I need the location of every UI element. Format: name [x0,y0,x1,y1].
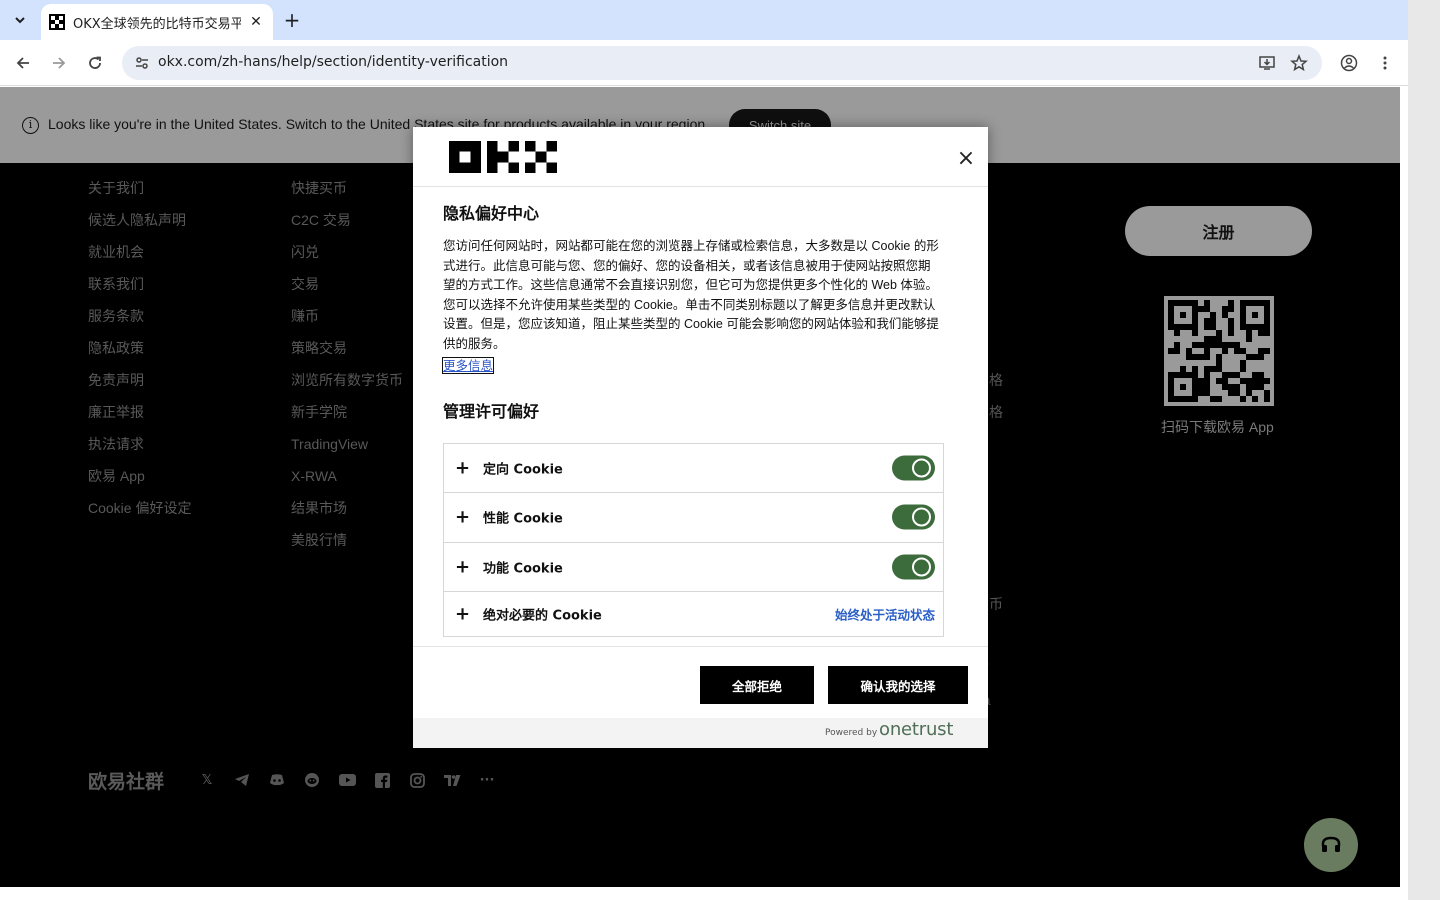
bottom-strip [0,887,1408,900]
profile-button[interactable] [1335,49,1363,77]
cookie-category-label: 定向 Cookie [483,462,563,478]
close-modal-button[interactable]: × [955,148,977,171]
reload-button[interactable] [81,49,109,77]
instagram-icon[interactable] [408,771,426,789]
powered-by-footer: Powered by onetrust [413,718,988,748]
footer-link[interactable]: Cookie 偏好设定 [88,499,191,531]
tab-search-button[interactable] [6,8,34,32]
more-vertical-icon [1383,56,1387,70]
browser-menu-button[interactable] [1371,49,1399,77]
footer-link[interactable]: 欧易 App [88,467,191,499]
support-chat-button[interactable] [1304,818,1384,872]
expand-plus-icon[interactable]: + [455,604,470,625]
cookie-category-label: 功能 Cookie [483,561,563,577]
bookmark-star-icon[interactable] [1287,51,1311,75]
footer-link[interactable]: 策略交易 [291,339,403,371]
qr-caption: 扫码下载欧易 App [1161,419,1274,435]
info-icon: i [22,117,39,134]
footer-link[interactable]: 候选人隐私声明 [88,211,191,243]
back-button[interactable] [9,49,37,77]
reject-all-button[interactable]: 全部拒绝 [700,666,814,704]
cookie-category-functional[interactable]: + 功能 Cookie [444,543,943,593]
page-scrollbar[interactable] [1408,0,1440,900]
footer-link[interactable]: C2C 交易 [291,211,403,243]
tab-strip: OKX全球领先的比特币交易平 ✕ + [0,0,1408,40]
register-button[interactable]: 注册 [1125,206,1312,256]
download-app-qr-code [1164,296,1274,406]
footer-link[interactable]: 廉正举报 [88,403,191,435]
okx-favicon-icon [49,14,65,30]
modal-header: × [413,127,988,187]
site-info-icon[interactable] [130,51,154,75]
url-text: okx.com/zh-hans/help/section/identity-ve… [158,54,509,70]
privacy-preference-modal: × 隐私偏好中心 您访问任何网站时，网站都可能在您的浏览器上存储或检索信息，大多… [413,127,988,748]
footer-link[interactable]: 结果市场 [291,499,403,531]
footer-link[interactable]: 交易 [291,275,403,307]
functional-cookie-toggle[interactable] [892,554,935,580]
cookie-category-necessary[interactable]: + 绝对必要的 Cookie 始终处于活动状态 [444,592,943,636]
footer-link[interactable]: 联系我们 [88,275,191,307]
discord-icon[interactable] [268,771,286,789]
modal-body: 隐私偏好中心 您访问任何网站时，网站都可能在您的浏览器上存储或检索信息，大多数是… [441,187,963,638]
arrow-right-icon [53,57,66,69]
footer-link[interactable]: 就业机会 [88,243,191,275]
address-bar[interactable]: okx.com/zh-hans/help/section/identity-ve… [122,46,1322,80]
footer-link[interactable]: X-RWA [291,467,403,499]
footer-link[interactable]: 执法请求 [88,435,191,467]
modal-description: 您访问任何网站时，网站都可能在您的浏览器上存储或检索信息，大多数是以 Cooki… [443,239,939,351]
modal-footer: 全部拒绝 确认我的选择 [413,646,988,718]
facebook-icon[interactable] [373,771,391,789]
footer-link[interactable]: 美股行情 [291,531,403,563]
footer-link[interactable]: 新手学院 [291,403,403,435]
footer-link[interactable]: 隐私政策 [88,339,191,371]
new-tab-button[interactable]: + [280,8,304,32]
manage-preferences-heading: 管理许可偏好 [443,401,540,421]
cookie-category-label: 绝对必要的 Cookie [483,608,602,624]
targeting-cookie-toggle[interactable] [892,455,935,481]
install-app-icon[interactable] [1255,51,1279,75]
account-icon [1340,54,1358,72]
footer-column-about: 关于我们 候选人隐私声明 就业机会 联系我们 服务条款 隐私政策 免责声明 廉正… [88,179,191,531]
reddit-icon[interactable] [303,771,321,789]
footer-link[interactable]: 免责声明 [88,371,191,403]
cookie-category-list: + 定向 Cookie + 性能 Cookie + 功能 Cookie + 绝对… [443,442,944,638]
telegram-icon[interactable] [233,771,251,789]
more-icon[interactable]: ··· [478,771,496,789]
powered-by-label: Powered by [825,728,878,738]
expand-plus-icon[interactable]: + [455,457,470,478]
cookie-category-performance[interactable]: + 性能 Cookie [444,493,943,543]
tab-title: OKX全球领先的比特币交易平 [73,16,241,32]
expand-plus-icon[interactable]: + [455,507,470,528]
more-info-link[interactable]: 更多信息 [441,356,495,374]
onetrust-logo[interactable]: onetrust [879,719,953,740]
cookie-category-targeting[interactable]: + 定向 Cookie [444,444,943,494]
footer-link[interactable]: 快捷买币 [291,179,403,211]
footer-link[interactable]: 服务条款 [88,307,191,339]
community-heading: 欧易社群 [88,771,165,793]
confirm-choices-button[interactable]: 确认我的选择 [828,666,968,704]
cookie-category-label: 性能 Cookie [483,511,563,527]
footer-link[interactable]: 关于我们 [88,179,191,211]
headset-icon [1321,836,1341,852]
expand-plus-icon[interactable]: + [455,556,470,577]
x-icon[interactable]: 𝕏 [198,771,216,789]
active-tab[interactable]: OKX全球领先的比特币交易平 ✕ [41,4,273,40]
tradingview-icon[interactable] [443,771,461,789]
modal-title: 隐私偏好中心 [443,204,540,223]
reload-icon [89,56,101,69]
footer-link[interactable]: 赚币 [291,307,403,339]
tab-close-icon[interactable]: ✕ [247,13,265,31]
footer-link[interactable]: TradingView [291,435,403,467]
always-active-status: 始终处于活动状态 [834,607,935,623]
chevron-down-icon [15,17,25,24]
footer-link[interactable]: 闪兑 [291,243,403,275]
forward-button[interactable] [45,49,73,77]
okx-logo [449,141,557,173]
browser-toolbar: okx.com/zh-hans/help/section/identity-ve… [0,40,1408,86]
performance-cookie-toggle[interactable] [892,504,935,530]
arrow-left-icon [16,57,29,69]
footer-link[interactable]: 浏览所有数字货币 [291,371,403,403]
footer-column-products: 快捷买币 C2C 交易 闪兑 交易 赚币 策略交易 浏览所有数字货币 新手学院 … [291,179,403,563]
youtube-icon[interactable] [338,771,356,789]
